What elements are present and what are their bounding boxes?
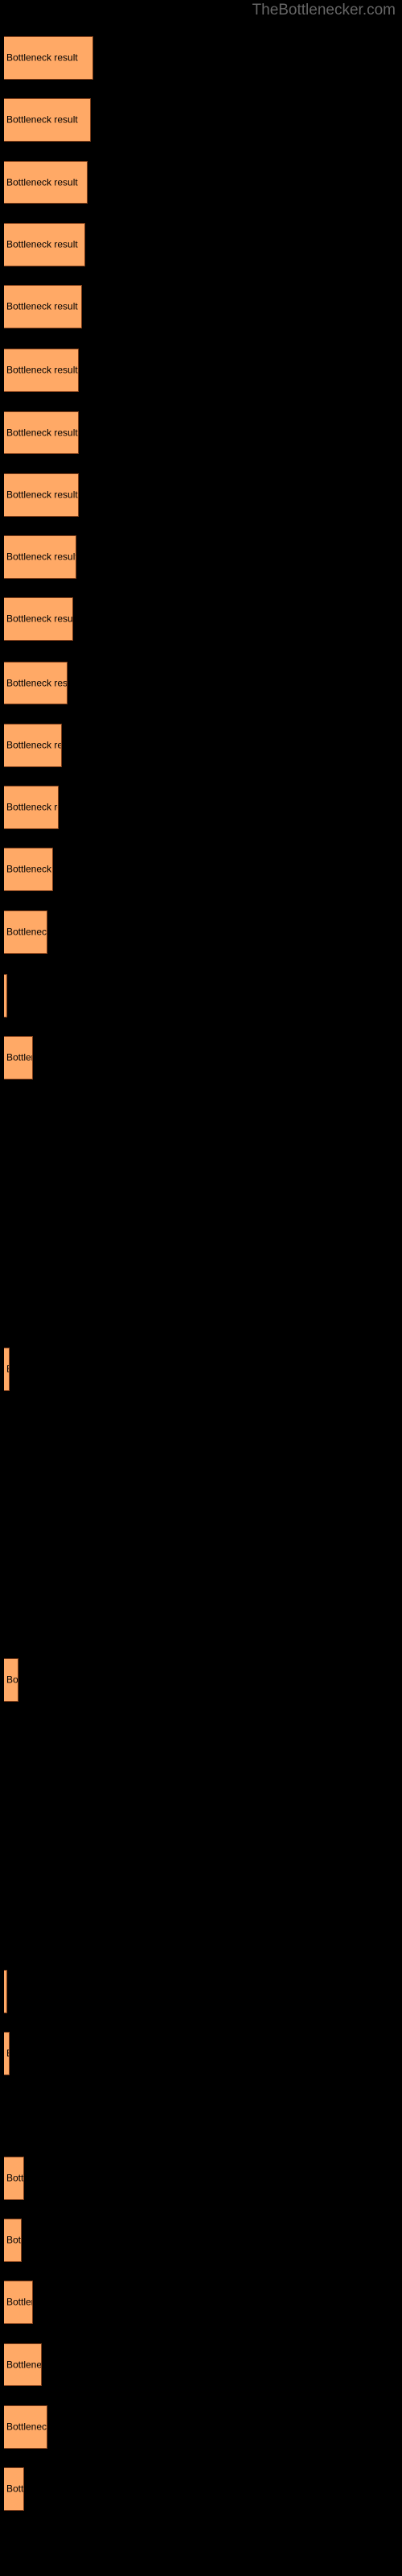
bar-label: Bottleneck result xyxy=(6,1674,18,1686)
bar-label: Bottleneck result xyxy=(6,677,68,689)
bar[interactable]: Bottleneck result xyxy=(4,160,88,204)
bar-label: Bottleneck result xyxy=(6,300,78,312)
bar-chart-canvas: TheBottlenecker.com Bottleneck result Bot… xyxy=(0,0,402,2576)
bar-label: Bottleneck result xyxy=(6,551,76,563)
bar[interactable]: Bottleneck result xyxy=(4,973,7,1018)
bar[interactable]: Bottleneck result xyxy=(4,2467,25,2512)
bar-label: Bottleneck result xyxy=(6,613,74,625)
bar[interactable]: Bottleneck result xyxy=(4,2343,42,2387)
bar[interactable]: Bottleneck result xyxy=(4,473,80,517)
bars-layer: Bottleneck result Bottleneck result Bottle… xyxy=(0,0,402,2576)
bar[interactable]: Bottleneck result xyxy=(4,411,80,455)
bar[interactable]: Bottleneck result xyxy=(4,222,85,266)
bar-label: Bottleneck result xyxy=(6,2421,47,2433)
bar[interactable]: Bottleneck result xyxy=(4,2405,47,2449)
bar-label: Bottleneck result xyxy=(6,114,78,126)
bar[interactable]: Bottleneck result xyxy=(4,910,47,954)
bar[interactable]: Bottleneck result xyxy=(4,2032,10,2075)
bar-label: Bottleneck result xyxy=(6,2359,42,2370)
bar[interactable]: Bottleneck result xyxy=(4,2156,25,2200)
bar[interactable]: Bottleneck result xyxy=(4,98,91,142)
bar-label: Bottleneck result xyxy=(6,1986,7,1996)
bar[interactable]: Bottleneck result xyxy=(4,1347,10,1391)
bar[interactable]: Bottleneck result xyxy=(4,285,83,329)
bar-label: Bottleneck result xyxy=(6,801,58,813)
bar-label: Bottleneck result xyxy=(6,990,7,1001)
bar[interactable]: Bottleneck result xyxy=(4,535,76,580)
bar-label: Bottleneck result xyxy=(6,427,78,438)
bar-label: Bottleneck result xyxy=(6,2483,25,2495)
bar[interactable]: Bottleneck result xyxy=(4,786,59,830)
bar[interactable]: Bottleneck result xyxy=(4,1658,18,1703)
bar-label: Bottleneck result xyxy=(6,739,61,751)
bar-label: Bottleneck result xyxy=(6,1051,32,1063)
bar-label: Bottleneck result xyxy=(6,238,78,250)
bar[interactable]: Bottleneck result xyxy=(4,349,80,393)
bar-label: Bottleneck result xyxy=(6,489,78,501)
bar-label: Bottleneck result xyxy=(6,364,78,376)
bar-label: Bottleneck result xyxy=(6,2234,22,2246)
bar[interactable]: Bottleneck result xyxy=(4,1036,33,1080)
bar[interactable]: Bottleneck result xyxy=(4,2281,33,2325)
bar[interactable]: Bottleneck result xyxy=(4,35,94,80)
bar[interactable]: Bottleneck result xyxy=(4,1969,7,2013)
bar[interactable]: Bottleneck result xyxy=(4,661,68,705)
bar-label: Bottleneck result xyxy=(6,1364,9,1374)
bar-label: Bottleneck result xyxy=(6,863,52,875)
bar-label: Bottleneck result xyxy=(6,176,78,188)
bar-label: Bottleneck result xyxy=(6,52,78,64)
bar-label: Bottleneck result xyxy=(6,2048,9,2058)
bar-label: Bottleneck result xyxy=(6,926,47,938)
bar-label: Bottleneck result xyxy=(6,2296,32,2308)
bar[interactable]: Bottleneck result xyxy=(4,848,54,892)
bar-label: Bottleneck result xyxy=(6,2172,25,2184)
bar[interactable]: Bottleneck result xyxy=(4,597,74,642)
bar[interactable]: Bottleneck result xyxy=(4,2218,22,2262)
bar[interactable]: Bottleneck result xyxy=(4,723,62,767)
